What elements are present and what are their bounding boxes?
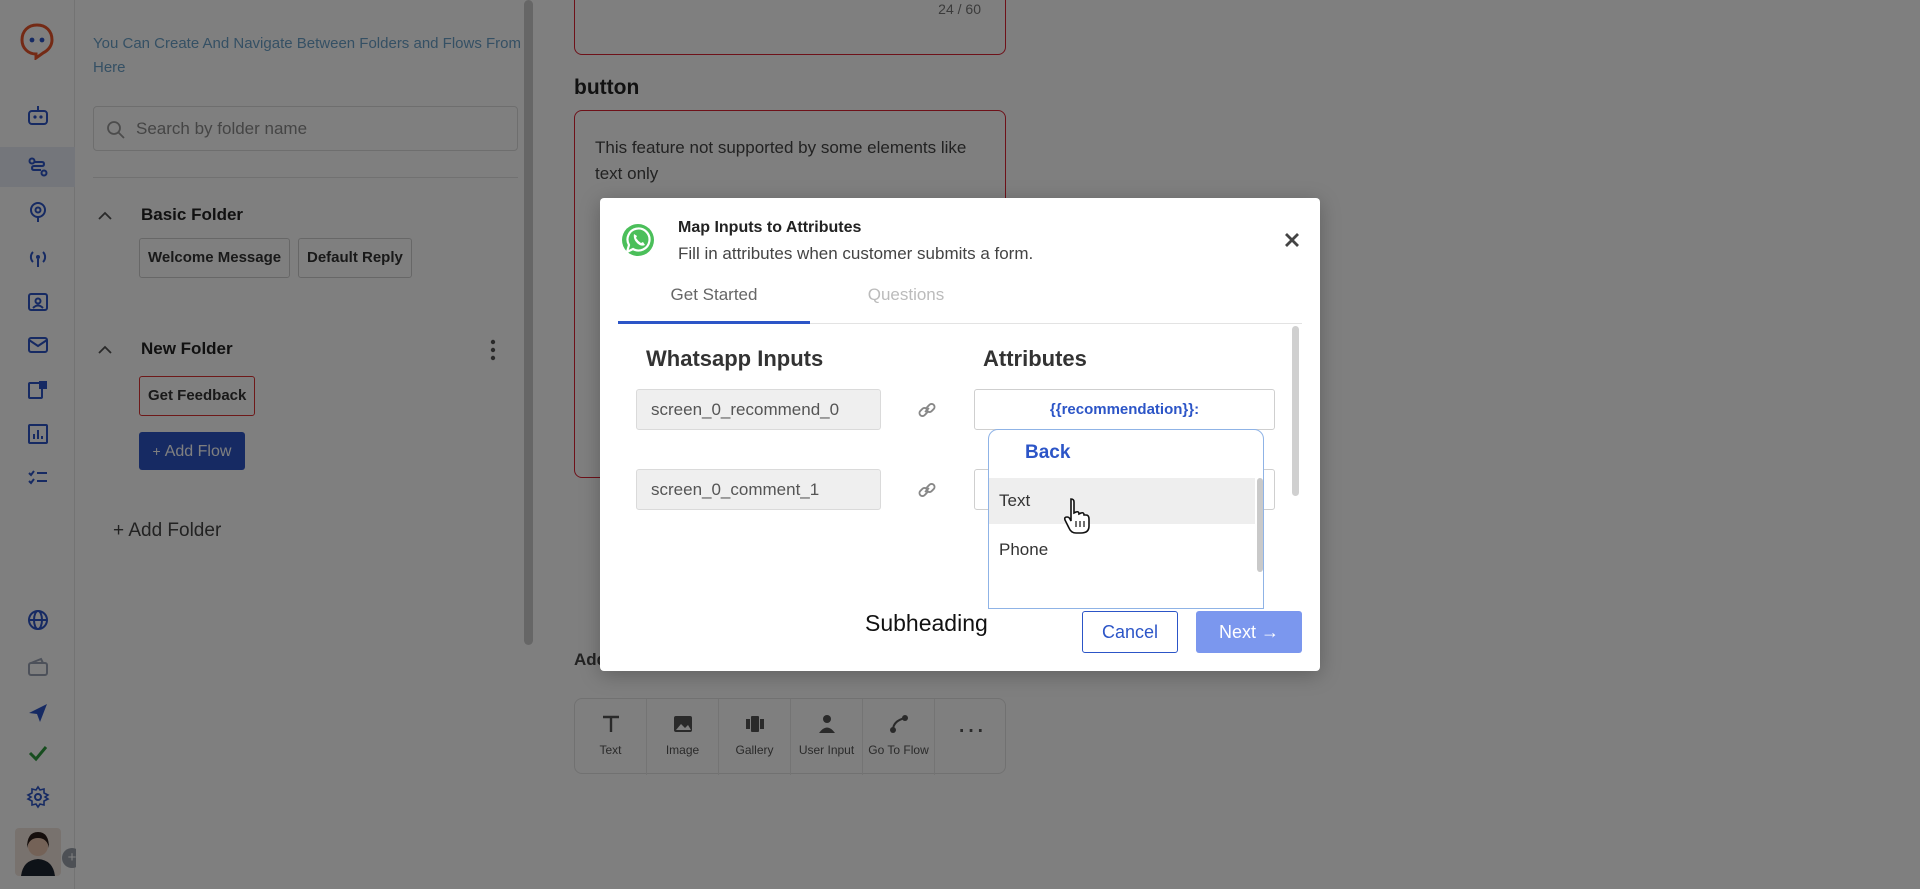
link-icon — [918, 403, 936, 417]
tab-get-started[interactable]: Get Started — [618, 282, 810, 324]
attribute-value: {{recommendation}}: — [1049, 401, 1200, 418]
modal-tabs: Get Started Questions — [618, 282, 1302, 324]
modal-title: Map Inputs to Attributes — [678, 219, 862, 236]
cancel-button[interactable]: Cancel — [1082, 611, 1178, 653]
dropdown-option-text[interactable]: Text — [989, 478, 1255, 524]
modal-subtitle: Fill in attributes when customer submits… — [678, 244, 1034, 263]
attribute-dropdown: Back Text Phone — [988, 429, 1264, 609]
whatsapp-inputs-header: Whatsapp Inputs — [646, 346, 824, 371]
attributes-header: Attributes — [983, 346, 1087, 371]
whatsapp-icon — [622, 224, 654, 256]
tab-questions[interactable]: Questions — [810, 282, 1002, 324]
dropdown-scrollbar[interactable] — [1257, 478, 1263, 572]
whatsapp-input-field: screen_0_recommend_0 — [636, 389, 881, 430]
attribute-select[interactable]: {{recommendation}}: — [974, 389, 1275, 430]
map-inputs-modal: Map Inputs to Attributes Fill in attribu… — [600, 198, 1320, 671]
dropdown-back[interactable]: Back — [1025, 442, 1070, 464]
link-icon — [918, 483, 936, 497]
dropdown-option-phone[interactable]: Phone — [989, 527, 1255, 573]
whatsapp-input-field: screen_0_comment_1 — [636, 469, 881, 510]
close-icon[interactable] — [1280, 228, 1304, 252]
modal-scrollbar[interactable] — [1292, 326, 1299, 496]
subheading: Subheading — [865, 610, 988, 636]
hand-cursor-icon — [1063, 498, 1090, 534]
next-button[interactable]: Next → — [1196, 611, 1302, 653]
